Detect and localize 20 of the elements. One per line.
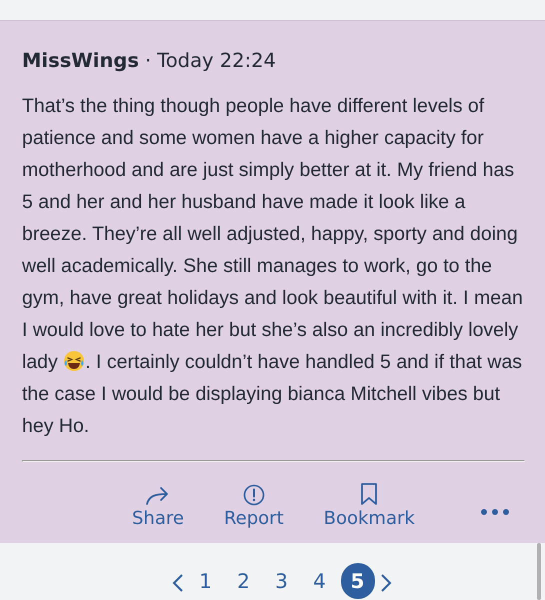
bookmark-button[interactable]: Bookmark [324,482,415,529]
page-link[interactable]: 4 [302,563,336,599]
post-body: That’s the thing though people have different levels of patience and some women have a higher capacity for motherhood and are just simply better at it. My friend has 5 and her and her husband have made it look like a breeze. They’re all well adjusted, happy, sporty and doing well academically. She still manages to work, go to the gym, have great holidays and look beautiful with it. I mean I would love to hate her but she’s also an incredibly lovely lady . I certainly couldn’t have handled 5 and if that was the case I would be displaying bianca Mitchell vibes but hey Ho. [22,94,524,439]
scrollbar[interactable] [537,543,541,600]
next-icon[interactable] [378,573,392,593]
laughing-emoji-icon [63,350,86,372]
page-link[interactable]: 1 [188,563,222,599]
page-link[interactable]: 3 [264,563,298,599]
previous-icon[interactable] [170,573,184,593]
post-time: Today 22:24 [157,49,276,72]
bookmark-icon [360,482,378,506]
exclamation-icon [242,484,265,506]
share-icon [144,486,171,506]
separator-dot: · [144,49,152,72]
report-button[interactable]: Report [224,484,284,529]
more-icon[interactable] [478,507,511,517]
page-link[interactable]: 5 [340,563,374,599]
author-name[interactable]: MissWings [22,49,139,72]
page-link[interactable]: 2 [226,563,260,599]
share-button[interactable]: Share [132,486,184,529]
